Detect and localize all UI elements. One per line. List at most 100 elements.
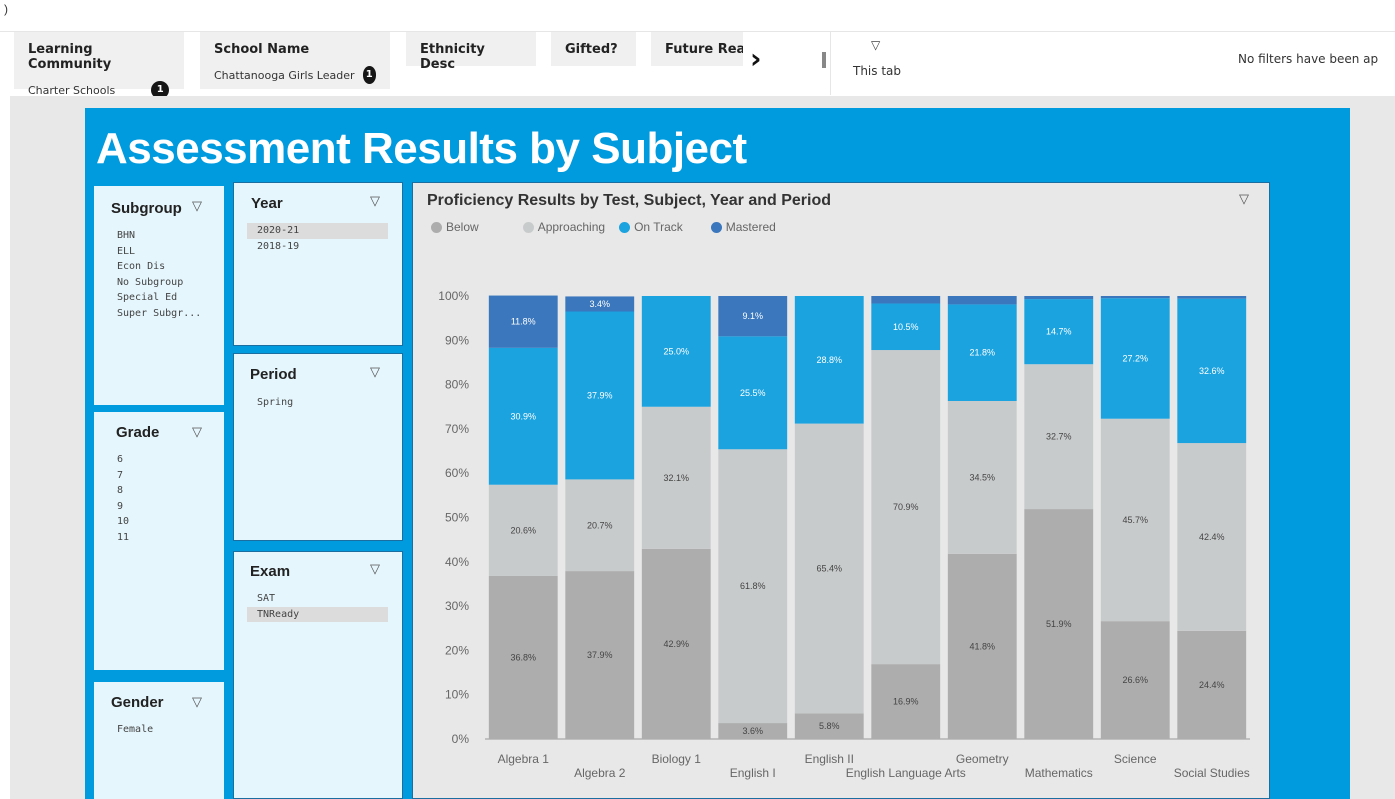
slicer-title: Gender [111,694,164,711]
slicer-item[interactable]: BHN [117,228,217,244]
x-tick-label: English II [805,752,854,766]
data-label: 34.5% [969,472,995,482]
data-label: 16.9% [893,697,919,707]
chevron-right-icon[interactable]: › [750,42,762,75]
filter-name: School Name [214,42,310,57]
data-label: 42.9% [663,639,689,649]
bar-segment-mastered[interactable] [1177,296,1247,299]
filter-icon[interactable]: ▽ [192,694,202,710]
period-slicer: Period ▽ Spring [233,353,403,541]
data-label: 42.4% [1199,532,1225,542]
data-label: 14.7% [1046,327,1072,337]
slicer-item[interactable]: 10 [117,514,217,530]
data-label: 25.5% [740,388,766,398]
filter-icon[interactable]: ▽ [192,424,202,440]
data-label: 30.9% [510,411,536,421]
slicer-item[interactable]: Special Ed [117,290,217,306]
y-tick-label: 50% [445,511,469,525]
x-tick-label: Mathematics [1025,766,1093,780]
data-label: 26.6% [1122,675,1148,685]
bar-segment-mastered[interactable] [1024,296,1094,300]
slicer-item-selected[interactable]: TNReady [247,606,388,622]
slicer-title: Exam [250,563,291,580]
filter-chip-future-ready[interactable]: Future Read [651,32,743,66]
slicer-item[interactable]: 7 [117,468,217,484]
slicer-item[interactable]: 11 [117,530,217,546]
filter-value: Charter Schools [28,83,116,97]
x-tick-label: English Language Arts [846,766,966,780]
x-tick-label: Social Studies [1174,766,1250,780]
data-label: 3.6% [742,726,763,736]
bar-segment-mastered[interactable] [1100,296,1170,299]
bar-segment-mastered[interactable] [947,296,1017,305]
data-label: 9.1% [742,311,763,321]
slicer-item-selected[interactable]: 2020-21 [247,223,388,239]
x-tick-label: Algebra 2 [574,766,626,780]
filter-icon[interactable]: ▽ [370,364,380,380]
grade-slicer: Grade ▽ 6 7 8 9 10 11 [94,412,224,670]
slicer-item[interactable]: No Subgroup [117,275,217,291]
slicer-item[interactable]: 9 [117,499,217,515]
y-tick-label: 70% [445,422,469,436]
x-tick-label: Biology 1 [652,752,702,766]
loading-glyph: ) [4,2,8,16]
data-label: 32.6% [1199,366,1225,376]
y-tick-label: 90% [445,333,469,347]
slicer-item[interactable]: Spring [257,395,387,411]
filter-icon[interactable]: ▽ [871,38,880,52]
bar-segment-mastered[interactable] [871,296,941,304]
y-tick-label: 30% [445,599,469,613]
filter-icon[interactable]: ▽ [370,561,380,577]
y-tick-label: 100% [438,289,469,303]
data-label: 20.7% [587,520,613,530]
filter-chip-ethnicity[interactable]: Ethnicity Desc [406,32,536,72]
y-tick-label: 20% [445,643,469,657]
slicer-item[interactable]: Super Subgr... [117,306,217,322]
page-title: Assessment Results by Subject [96,124,747,173]
slicer-item[interactable]: 2018-19 [247,239,388,255]
filter-chip-gifted[interactable]: Gifted? [551,32,636,66]
data-label: 10.5% [893,322,919,332]
filter-count-badge: 1 [362,66,376,84]
filter-name: Ethnicity Desc [420,42,485,72]
data-label: 61.8% [740,581,766,591]
data-label: 37.9% [587,390,613,400]
filter-name: Learning Community [28,42,112,72]
filter-value: Chattanooga Girls Leader [214,68,355,82]
y-tick-label: 80% [445,378,469,392]
year-slicer: Year ▽ 2020-21 2018-19 [233,182,403,346]
slicer-item[interactable]: Econ Dis [117,259,217,275]
data-label: 51.9% [1046,619,1072,629]
slicer-item[interactable]: 8 [117,483,217,499]
y-tick-label: 10% [445,688,469,702]
slicer-item[interactable]: SAT [247,591,388,607]
data-label: 70.9% [893,502,919,512]
data-label: 3.4% [589,299,610,309]
data-label: 25.0% [663,346,689,356]
filter-icon[interactable]: ▽ [192,198,202,214]
slicer-item[interactable]: ELL [117,244,217,260]
this-tab-label: This tab [853,64,902,78]
filter-icon[interactable]: ▽ [370,193,380,209]
data-label: 37.9% [587,650,613,660]
data-label: 32.7% [1046,432,1072,442]
data-label: 32.1% [663,473,689,483]
gender-slicer: Gender ▽ Female [94,682,224,799]
data-label: 65.4% [816,563,842,573]
x-tick-label: English I [730,766,776,780]
slicer-item[interactable]: 6 [117,452,217,468]
filter-chip-school-name[interactable]: School Name Chattanooga Girls Leader 1 [200,32,390,89]
slicer-item[interactable]: Female [117,722,217,738]
data-label: 21.8% [969,348,995,358]
data-label: 5.8% [819,721,840,731]
data-label: 28.8% [816,355,842,365]
slicer-title: Subgroup [111,200,182,217]
slicer-title: Year [251,195,283,212]
data-label: 27.2% [1122,353,1148,363]
y-tick-label: 0% [452,732,470,746]
tab-filters-panel: ▽ This tab No filters have been ap [830,32,1395,95]
y-tick-label: 60% [445,466,469,480]
panel-resize-handle[interactable] [822,52,826,68]
filter-chip-learning-community[interactable]: Learning Community Charter Schools 1 [14,32,184,99]
filter-name: Future Read [665,42,743,57]
